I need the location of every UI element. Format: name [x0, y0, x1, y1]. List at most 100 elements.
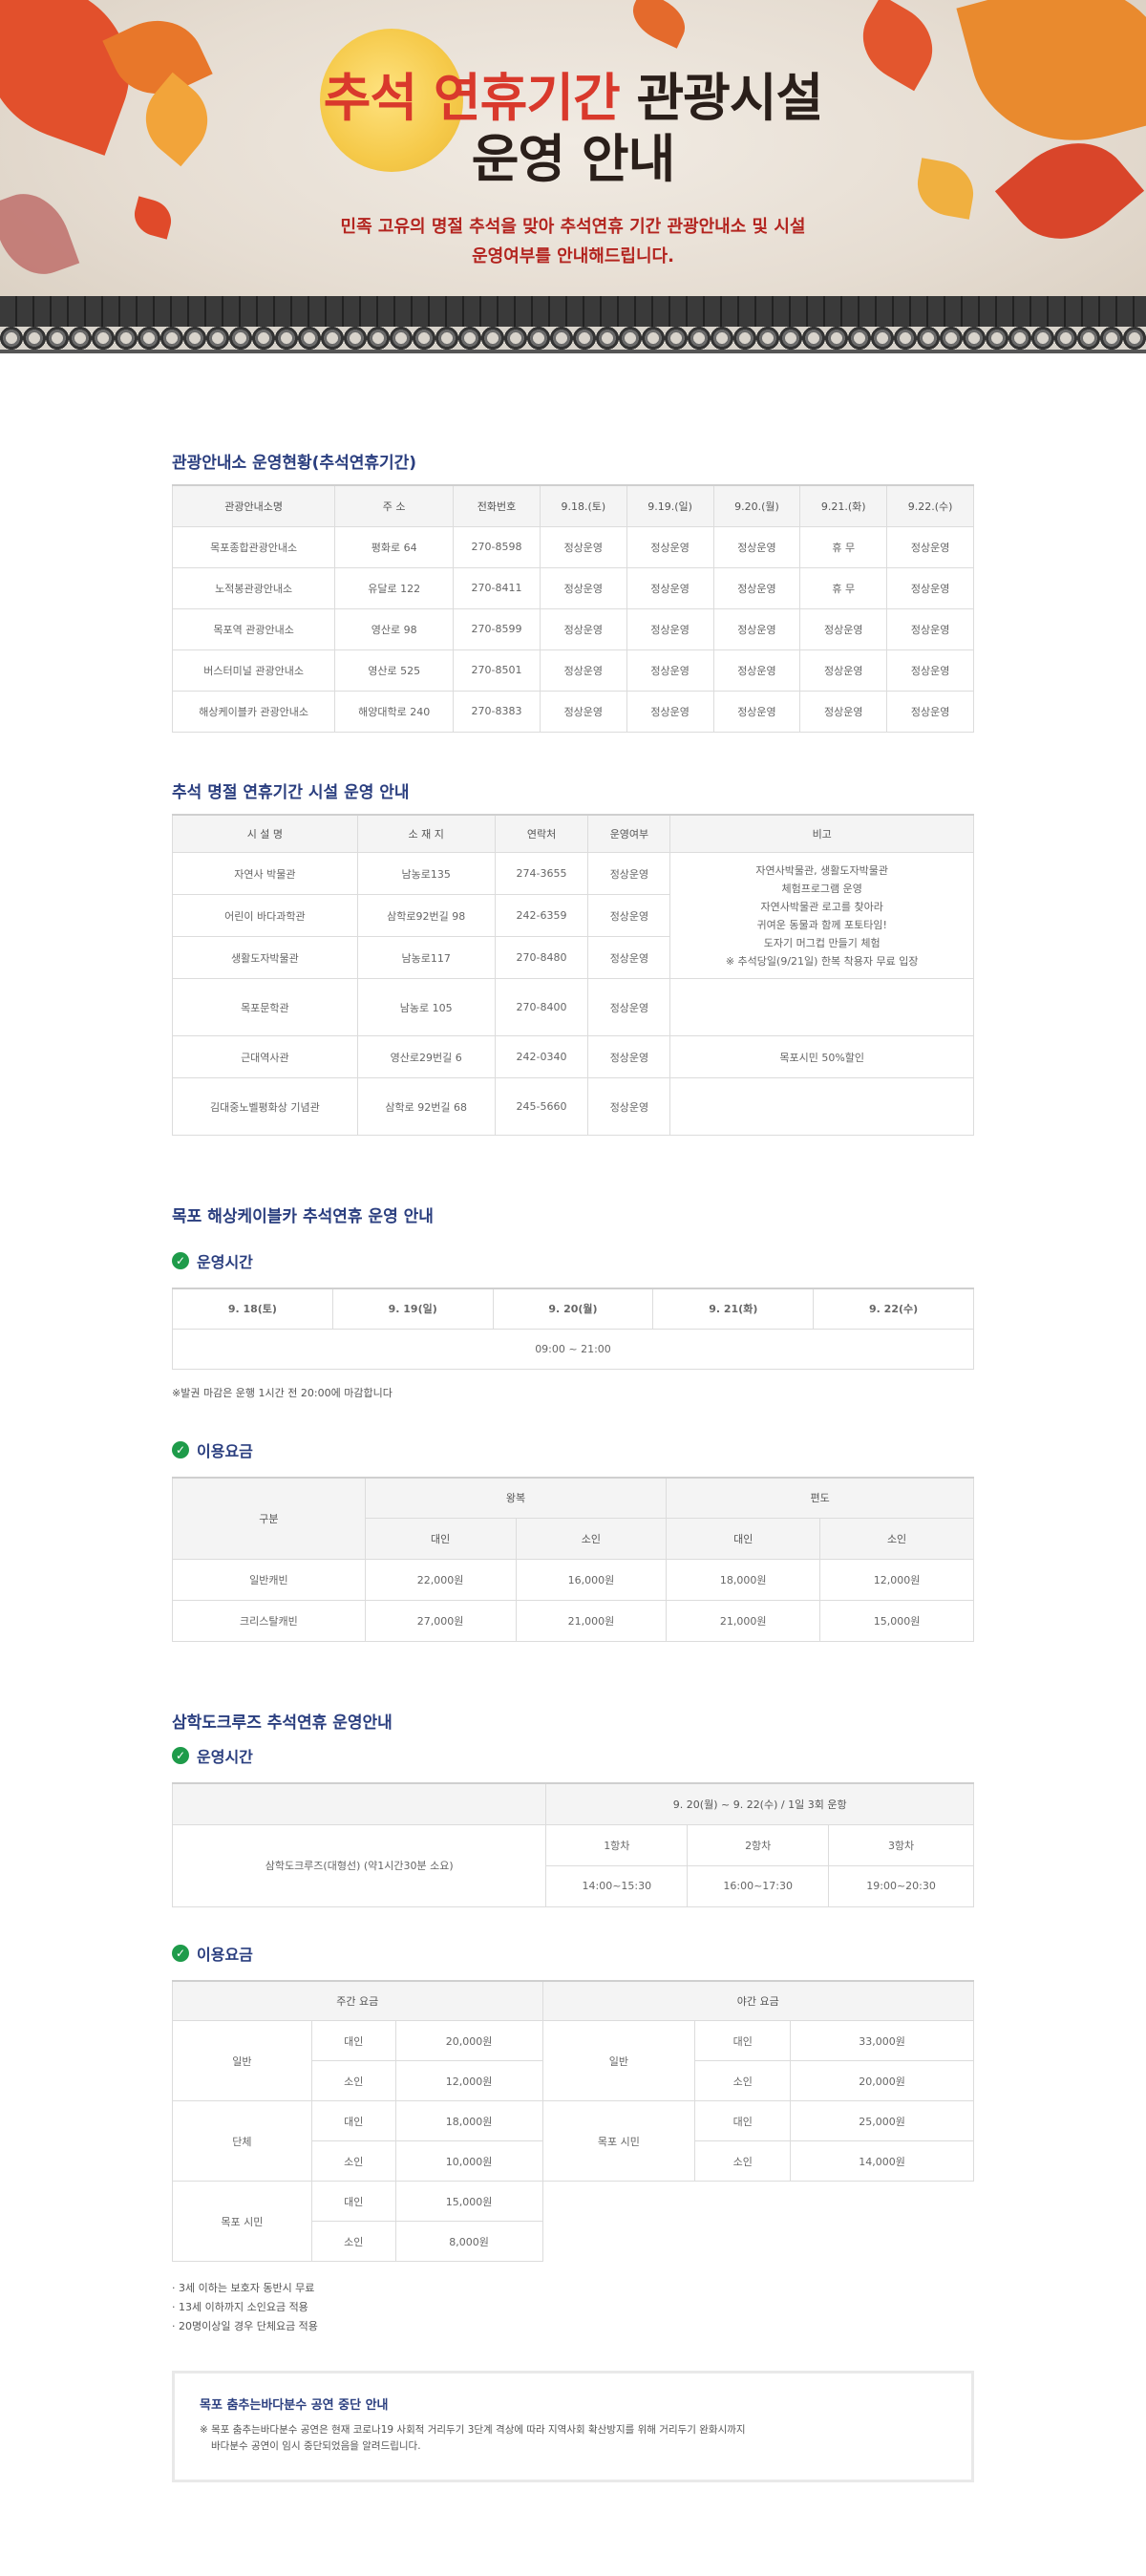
table-row: 목포문학관 남농로 105 270-8400 정상운영 — [172, 978, 974, 1036]
table-cell: 유달로 122 — [334, 566, 455, 609]
table-header-row: 주간 요금 야간 요금 — [172, 1979, 975, 2021]
table-cell: 270-8400 — [494, 978, 589, 1036]
note-line: 자연사박물관 로고를 찾아라 — [760, 900, 883, 913]
list-item: 20명이상일 경우 단체요금 적용 — [172, 2317, 974, 2336]
list-item: 3세 이하는 보호자 동반시 무료 — [172, 2279, 974, 2298]
table-cell: 20,000원 — [394, 2020, 543, 2061]
column-header: 9. 21(화) — [652, 1288, 815, 1330]
table-cell: 270-8480 — [494, 936, 589, 979]
roof-edge — [0, 350, 1146, 353]
table-cell: 정상운영 — [626, 649, 714, 692]
cruise-fee-notes: 3세 이하는 보호자 동반시 무료 13세 이하까지 소인요금 적용 20명이상… — [172, 2279, 974, 2336]
column-header — [171, 1782, 547, 1825]
hero-title-line2: 운영 안내 — [471, 129, 676, 189]
note-line: 도자기 머그컵 만들기 체험 — [763, 936, 881, 949]
table-cell: 270-8501 — [453, 649, 541, 692]
column-header: 왕복 — [364, 1476, 668, 1519]
table-cell: 정상운영 — [886, 649, 974, 692]
cruise-title: 삼학도크루즈 추석연휴 운영안내 — [172, 1714, 393, 1733]
table-cell: 12,000원 — [394, 2060, 543, 2101]
column-header: 9.20.(월) — [712, 484, 801, 527]
table-cell: 노적봉관광안내소 — [171, 566, 336, 609]
column-header: 9.21.(화) — [799, 484, 888, 527]
table-cell — [669, 978, 974, 1036]
column-header: 9. 20(월) ~ 9. 22(수) / 1일 3회 운항 — [545, 1782, 974, 1825]
table-row: 버스터미널 관광안내소 영산로 525 270-8501 정상운영 정상운영 정… — [171, 649, 974, 692]
table-cell: 영산로 525 — [334, 649, 455, 692]
table-cell: 소인 — [310, 2060, 396, 2101]
column-header: 9.22.(수) — [886, 484, 974, 527]
table-cell: 정상운영 — [886, 566, 974, 609]
facilities-notes-cell: 자연사박물관, 생활도자박물관 체험프로그램 운영 자연사박물관 로고를 찾아라… — [669, 852, 974, 979]
table-cell: 정상운영 — [626, 607, 714, 650]
table-row: 삼학도크루즈(대형선) (약1시간30분 소요) 1항차 2항차 3항차 — [171, 1823, 974, 1907]
subheading-label: 운영시간 — [197, 1253, 253, 1271]
table-cell: 18,000원 — [394, 2100, 543, 2141]
table-cell: 정상운영 — [626, 525, 714, 568]
hero-title-highlight: 추석 연휴기간 — [323, 68, 621, 128]
column-header: 9. 18(토) — [172, 1288, 333, 1330]
check-circle-icon: ✓ — [172, 1440, 189, 1458]
cruise-fee-table: 주간 요금 야간 요금 일반 대인 20,000원 일반 대인 33,000원 … — [172, 1979, 975, 2262]
table-cell: 남농로135 — [356, 852, 496, 895]
list-item: 13세 이하까지 소인요금 적용 — [172, 2298, 974, 2317]
column-header: 소인 — [515, 1518, 668, 1560]
table-cell: 소인 — [310, 2221, 396, 2262]
table-cell: 대인 — [310, 2020, 396, 2061]
table-cell: 27,000원 — [364, 1600, 517, 1642]
table-cell: 김대중노벨평화상 기념관 — [172, 1077, 358, 1136]
table-row: 김대중노벨평화상 기념관 삼학로 92번길 68 245-5660 정상운영 — [172, 1077, 974, 1136]
notice-body-line1: ※ 목포 춤추는바다분수 공연은 현재 코로나19 사회적 거리두기 3단계 격… — [200, 2424, 746, 2436]
table-cell: 소인 — [310, 2140, 396, 2182]
column-header: 편도 — [666, 1476, 974, 1519]
table-cell: 정상운영 — [539, 607, 627, 650]
cablecar-title: 목포 해상케이블카 추석연휴 운영 안내 — [172, 1207, 434, 1226]
table-cell: 정상운영 — [587, 1077, 671, 1136]
table-row: 단체 대인 18,000원 목포 시민 대인 25,000원 — [172, 2100, 974, 2182]
table-cell: 단체 — [172, 2100, 312, 2182]
table-cell: 휴 무 — [799, 566, 888, 609]
table-cell: 정상운영 — [886, 607, 974, 650]
notice-body-line2: 바다분수 공연이 임시 중단되었음을 알려드립니다. — [211, 2440, 421, 2452]
column-header: 비고 — [669, 813, 974, 853]
column-header: 주 소 — [334, 484, 455, 527]
fountain-notice-box: 목포 춤추는바다분수 공연 중단 안내 ※ 목포 춤추는바다분수 공연은 현재 … — [172, 2371, 974, 2482]
table-cell: 20,000원 — [790, 2060, 974, 2101]
table-cell: 크리스탈캐빈 — [172, 1600, 366, 1642]
table-cell: 정상운영 — [587, 978, 671, 1036]
table-cell: 목포역 관광안내소 — [171, 607, 336, 650]
table-row: 자연사 박물관 남농로135 274-3655 정상운영 자연사박물관, 생활도… — [172, 852, 974, 979]
table-cell: 정상운영 — [712, 566, 801, 609]
table-cell: 정상운영 — [712, 690, 801, 733]
table-cell: 남농로 105 — [356, 978, 496, 1036]
table-row: 일반 대인 20,000원 일반 대인 33,000원 — [172, 2020, 974, 2101]
table-cell: 1항차 — [545, 1823, 689, 1866]
table-cell: 버스터미널 관광안내소 — [171, 649, 336, 692]
column-header: 9.19.(일) — [626, 484, 714, 527]
table-cell: 삼학로 92번길 68 — [356, 1077, 496, 1136]
table-row: 크리스탈캐빈 27,000원 21,000원 21,000원 15,000원 — [172, 1600, 974, 1642]
table-cell: 245-5660 — [494, 1077, 589, 1136]
table-header-row: 시 설 명 소 재 지 연락처 운영여부 비고 — [172, 813, 974, 853]
subheading-label: 이용요금 — [197, 1441, 253, 1460]
cruise-fee-heading: ✓ 이용요금 — [172, 1942, 974, 1965]
cruise-hours-table: 9. 20(월) ~ 9. 22(수) / 1일 3회 운항 삼학도크루즈(대형… — [171, 1782, 974, 1907]
table-cell: 일반 — [541, 2020, 696, 2101]
table-cell: 19:00~20:30 — [828, 1864, 974, 1907]
info-centers-table: 관광안내소명 주 소 전화번호 9.18.(토) 9.19.(일) 9.20.(… — [171, 484, 974, 733]
table-cell: 10,000원 — [394, 2140, 543, 2182]
table-cell: 대인 — [310, 2181, 396, 2222]
column-header: 시 설 명 — [172, 813, 358, 853]
hero-title-rest: 관광시설 — [619, 68, 823, 128]
table-cell: 270-8383 — [453, 690, 541, 733]
table-cell: 남농로117 — [356, 936, 496, 979]
table-cell: 정상운영 — [587, 852, 671, 895]
table-cell: 일반캐빈 — [172, 1559, 366, 1601]
hero-subtitle-line1: 민족 고유의 명절 추석을 맞아 추석연휴 기간 관광안내소 및 시설 — [340, 217, 806, 237]
hero-subtitle-line2: 운영여부를 안내해드립니다. — [472, 246, 674, 266]
column-header: 운영여부 — [587, 813, 671, 853]
table-cell: 16,000원 — [515, 1559, 668, 1601]
table-cell: 33,000원 — [790, 2020, 974, 2061]
table-cell: 270-8599 — [453, 607, 541, 650]
table-header-row: 9. 20(월) ~ 9. 22(수) / 1일 3회 운항 — [171, 1782, 974, 1825]
